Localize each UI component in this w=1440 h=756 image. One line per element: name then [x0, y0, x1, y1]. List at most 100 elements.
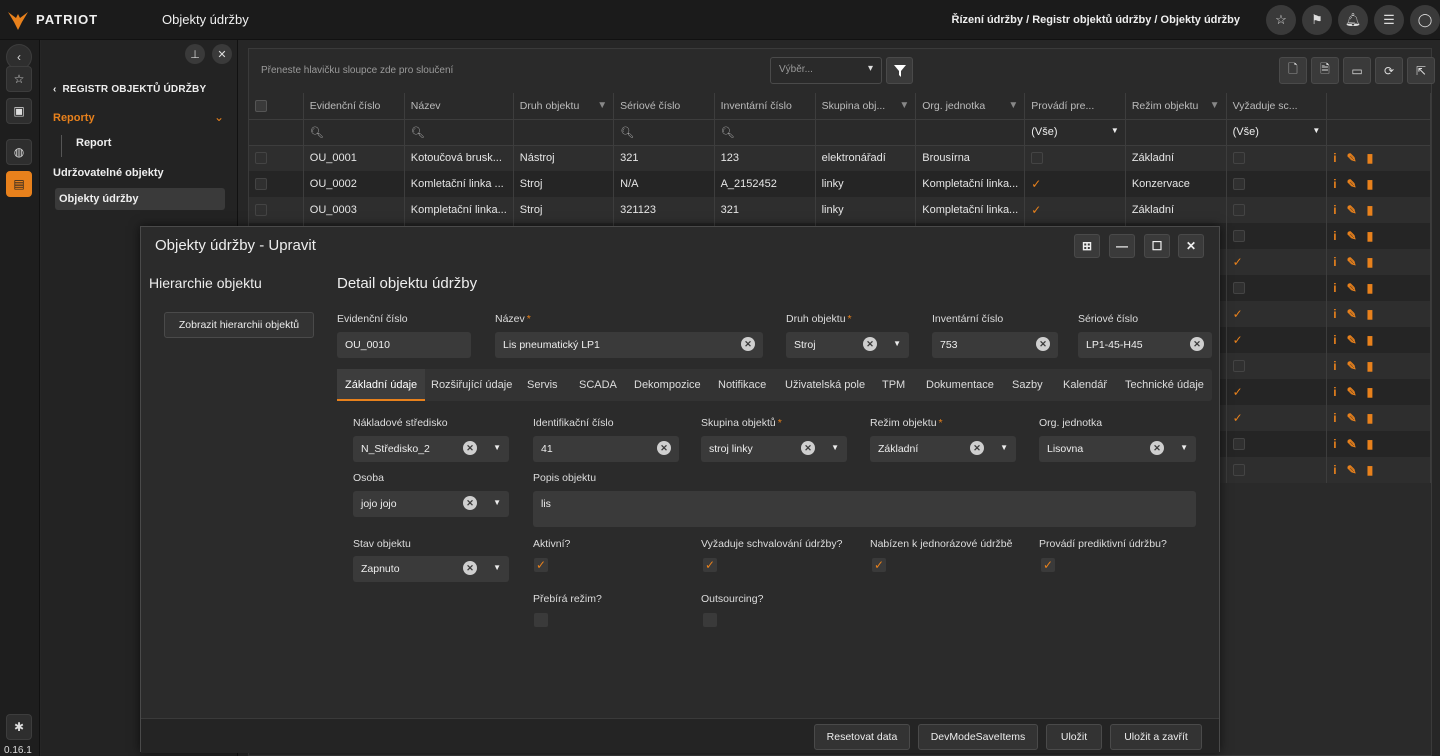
search-icon[interactable]: 🔍︎	[714, 119, 816, 146]
list-icon[interactable]: ☰	[1374, 5, 1404, 35]
document-icon[interactable]: ▮	[1367, 177, 1374, 191]
document-icon[interactable]: ▮	[1367, 307, 1374, 321]
favorite-star-icon[interactable]: ☆	[1266, 5, 1296, 35]
tab-kalendar[interactable]: Kalendář	[1055, 369, 1115, 401]
row-checkbox[interactable]	[255, 152, 267, 165]
aktivni-checkbox[interactable]: ✓	[534, 558, 548, 572]
row-select[interactable]	[249, 145, 304, 171]
table-row[interactable]: OU_0003 Kompletační linka... Stroj 321123 32…	[249, 197, 1431, 223]
info-icon[interactable]: i	[1333, 281, 1336, 295]
close-dialog-icon[interactable]: ✕	[1178, 234, 1204, 258]
save-close-button[interactable]: Uložit a zavřít	[1110, 724, 1202, 750]
col-header[interactable]: Režim objektu ▼	[1125, 93, 1227, 120]
ns-select[interactable]: N_Středisko_2 ✕ ▼	[353, 436, 509, 462]
devmode-save-button[interactable]: DevModeSaveItems	[918, 724, 1038, 750]
clear-icon[interactable]: ✕	[463, 561, 477, 575]
table-row[interactable]: OU_0001 Kotoučová brusk... Nástroj 321 123 el…	[249, 145, 1431, 171]
clear-icon[interactable]: ✕	[741, 337, 755, 351]
back-link[interactable]: ‹ REGISTR OBJEKTŮ ÚDRŽBY	[53, 84, 206, 95]
info-icon[interactable]: i	[1333, 359, 1336, 373]
minimize-icon[interactable]: —	[1109, 234, 1135, 258]
breadcrumb[interactable]: Řízení údržby / Registr objektů údržby /…	[952, 14, 1240, 26]
col-header[interactable]: Vyžaduje sc...	[1226, 93, 1328, 120]
info-icon[interactable]: i	[1333, 177, 1336, 191]
predikt-checkbox[interactable]: ✓	[1041, 558, 1055, 572]
ev-field[interactable]: OU_0010	[337, 332, 471, 358]
search-icon[interactable]: 🔍︎	[303, 119, 405, 146]
col-header[interactable]: Provádí pre...	[1024, 93, 1126, 120]
rz-select[interactable]: Základní ✕ ▼	[870, 436, 1016, 462]
col-header[interactable]: Druh objektu ▼	[513, 93, 615, 120]
table-row[interactable]: OU_0002 Komletační linka ... Stroj N/A A_215…	[249, 171, 1431, 197]
user-icon[interactable]: ◯	[1410, 5, 1440, 35]
filter-select[interactable]: (Vše) ▼	[1226, 119, 1328, 146]
popis-textarea[interactable]: lis	[533, 491, 1196, 527]
caret-down-icon[interactable]: ▼	[493, 498, 501, 507]
star-icon[interactable]: ☆	[6, 66, 32, 92]
col-header[interactable]: Sériové číslo	[613, 93, 715, 120]
tab-tpm[interactable]: TPM	[874, 369, 913, 401]
edit-pencil-icon[interactable]: ✎	[1347, 359, 1357, 373]
tab-sazby[interactable]: Sazby	[1004, 369, 1051, 401]
document-icon[interactable]: ▮	[1367, 333, 1374, 347]
tab-rozsirujici[interactable]: Rozšiřující údaje	[423, 369, 520, 401]
nazev-field[interactable]: Lis pneumatický LP1 ✕	[495, 332, 763, 358]
archive-icon[interactable]: ▭	[1343, 57, 1371, 84]
document-icon[interactable]: ▮	[1367, 437, 1374, 451]
tab-scada[interactable]: SCADA	[571, 369, 625, 401]
filter-button[interactable]	[886, 57, 913, 84]
sidebar-item-objekty-udrzby[interactable]: Objekty údržby	[55, 188, 225, 210]
chevron-down-icon[interactable]: ⌄	[214, 110, 224, 124]
org-select[interactable]: Lisovna ✕ ▼	[1039, 436, 1196, 462]
col-header[interactable]: Skupina obj... ▼	[815, 93, 917, 120]
clear-icon[interactable]: ✕	[463, 496, 477, 510]
edit-pencil-icon[interactable]: ✎	[1347, 177, 1357, 191]
caret-down-icon[interactable]: ▼	[831, 443, 839, 452]
filter-cell[interactable]	[513, 119, 615, 146]
toolbox-icon[interactable]: ▤	[6, 171, 32, 197]
row-select[interactable]	[249, 171, 304, 197]
search-icon[interactable]: 🔍︎	[404, 119, 514, 146]
edit-pencil-icon[interactable]: ✎	[1347, 385, 1357, 399]
clear-icon[interactable]: ✕	[657, 441, 671, 455]
col-header[interactable]: Inventární číslo	[714, 93, 816, 120]
document-icon[interactable]: ▮	[1367, 359, 1374, 373]
bug-icon[interactable]: ✱	[6, 714, 32, 740]
sidebar-item-udrzovatelne[interactable]: Udržovatelné objekty	[53, 167, 164, 179]
document-icon[interactable]: ▮	[1367, 281, 1374, 295]
reset-button[interactable]: Resetovat data	[814, 724, 910, 750]
globe-icon[interactable]: ◍	[6, 139, 32, 165]
info-icon[interactable]: i	[1333, 229, 1336, 243]
clear-icon[interactable]: ✕	[1190, 337, 1204, 351]
document-icon[interactable]: ▮	[1367, 255, 1374, 269]
edit-pencil-icon[interactable]: ✎	[1347, 307, 1357, 321]
col-header[interactable]: Evidenční číslo	[303, 93, 405, 120]
funnel-icon[interactable]: ▼	[597, 100, 607, 111]
info-icon[interactable]: i	[1333, 307, 1336, 321]
doc-list-icon[interactable]: 🗎	[1311, 57, 1339, 84]
info-icon[interactable]: i	[1333, 203, 1336, 217]
maximize-icon[interactable]: ☐	[1144, 234, 1170, 258]
clear-icon[interactable]: ✕	[801, 441, 815, 455]
pin-icon[interactable]: ⊥	[185, 44, 205, 64]
clear-icon[interactable]: ✕	[970, 441, 984, 455]
row-checkbox[interactable]	[255, 204, 267, 217]
caret-down-icon[interactable]: ▼	[493, 563, 501, 572]
sk-select[interactable]: stroj linky ✕ ▼	[701, 436, 847, 462]
funnel-icon[interactable]: ▼	[899, 100, 909, 111]
tab-dokumentace[interactable]: Dokumentace	[918, 369, 1002, 401]
funnel-icon[interactable]: ▼	[1210, 100, 1220, 111]
show-hierarchy-button[interactable]: Zobrazit hierarchii objektů	[164, 312, 314, 338]
sidebar-group-reporty[interactable]: Reporty	[53, 112, 95, 124]
tab-zakladni[interactable]: Základní údaje	[337, 369, 426, 401]
prebira-checkbox[interactable]	[534, 613, 548, 627]
info-icon[interactable]: i	[1333, 333, 1336, 347]
info-icon[interactable]: i	[1333, 463, 1336, 477]
clear-icon[interactable]: ✕	[863, 337, 877, 351]
edit-pencil-icon[interactable]: ✎	[1347, 437, 1357, 451]
filter-cell[interactable]	[1125, 119, 1227, 146]
row-select[interactable]	[249, 197, 304, 223]
caret-down-icon[interactable]: ▼	[1000, 443, 1008, 452]
clear-icon[interactable]: ✕	[1150, 441, 1164, 455]
info-icon[interactable]: i	[1333, 385, 1336, 399]
